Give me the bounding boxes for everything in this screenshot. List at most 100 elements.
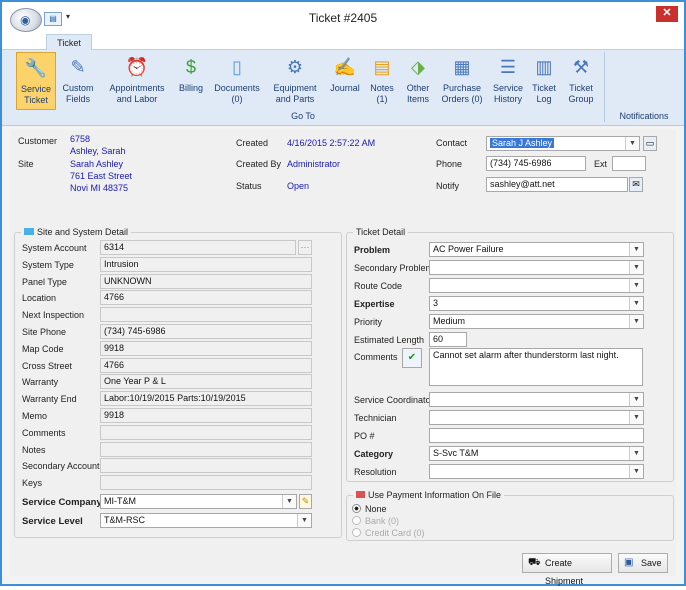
comments-label: Comments: [354, 352, 398, 362]
contact-select[interactable]: Sarah J Ashley ▼: [486, 136, 640, 151]
site-field-label: Panel Type: [22, 277, 67, 287]
chevron-down-icon[interactable]: ▼: [629, 279, 643, 292]
purchase-orders-button[interactable]: ▦ Purchase Orders (0): [438, 52, 486, 110]
route-label: Route Code: [354, 281, 403, 291]
service-history-button[interactable]: ☰ Service History: [488, 52, 528, 110]
secondary-label: Secondary Problem: [354, 263, 434, 273]
radio-bank[interactable]: [352, 516, 361, 525]
site-field-label: System Account: [22, 243, 87, 253]
contact-value: Sarah J Ashley: [490, 138, 555, 148]
expertise-value: 3: [433, 298, 439, 308]
equipment-parts-button[interactable]: ⚙ Equipment and Parts: [268, 52, 322, 110]
tech-select[interactable]: ▼: [429, 410, 644, 425]
save-button[interactable]: ▣ Save: [618, 553, 668, 573]
ribbon-button-sublabel: Log: [536, 94, 552, 104]
ribbon-button-label: Documents: [214, 83, 260, 93]
comments-textarea[interactable]: Cannot set alarm after thunderstorm last…: [429, 348, 643, 386]
chevron-down-icon[interactable]: ▼: [629, 297, 643, 310]
ribbon-tab-strip: [2, 32, 684, 50]
site-field-value: (734) 745-6986: [100, 324, 312, 339]
phone-label: Phone: [436, 159, 463, 169]
chevron-down-icon[interactable]: ▼: [629, 261, 643, 274]
save-disk-icon: ▣: [624, 557, 634, 568]
service-company-select[interactable]: MI-T&M ▼: [100, 494, 297, 509]
chevron-down-icon[interactable]: ▼: [629, 411, 643, 424]
chevron-down-icon[interactable]: ▼: [625, 137, 639, 150]
site-field-label: Comments: [22, 428, 66, 438]
create-shipment-button[interactable]: ⛟ Create Shipment: [522, 553, 612, 586]
chevron-down-icon[interactable]: ▼: [629, 315, 643, 328]
document-icon: ▯: [232, 57, 242, 77]
site-name-link[interactable]: Sarah Ashley: [70, 159, 123, 169]
notes-button[interactable]: ▤ Notes (1): [366, 52, 398, 110]
service-ticket-button[interactable]: 🔧 Service Ticket: [16, 52, 56, 110]
resolution-select[interactable]: ▼: [429, 464, 644, 479]
status-label: Status: [236, 181, 262, 191]
site-field-value: One Year P & L: [100, 374, 312, 389]
billing-button[interactable]: $ Billing: [174, 52, 208, 110]
site-field-value: 4766: [100, 290, 312, 305]
problem-select[interactable]: AC Power Failure ▼: [429, 242, 644, 257]
radio-credit-card[interactable]: [352, 528, 361, 537]
created-value: 4/16/2015 2:57:22 AM: [287, 138, 376, 148]
chevron-down-icon[interactable]: ▼: [629, 465, 643, 478]
ticket-log-button[interactable]: ▥ Ticket Log: [528, 52, 560, 110]
notifications-group-label: Notifications: [619, 111, 669, 121]
status-value: Open: [287, 181, 310, 191]
po-field[interactable]: [429, 428, 644, 443]
site-field-label: Warranty End: [22, 394, 77, 404]
expertise-select[interactable]: 3 ▼: [429, 296, 644, 311]
other-items-button[interactable]: ⬗ Other Items: [400, 52, 436, 110]
ticket-group-button[interactable]: ⚒ Ticket Group: [562, 52, 600, 110]
chevron-down-icon[interactable]: ▼: [629, 243, 643, 256]
close-button[interactable]: ✕: [656, 6, 678, 22]
email-icon[interactable]: ✉: [629, 177, 643, 192]
chevron-down-icon[interactable]: ▼: [629, 447, 643, 460]
site-field-label: Next Inspection: [22, 310, 85, 320]
documents-button[interactable]: ▯ Documents (0): [212, 52, 262, 110]
comment-check-icon[interactable]: ✔: [402, 348, 422, 368]
ticket-content: Customer 6758 Ashley, Sarah Site Sarah A…: [10, 130, 676, 586]
ribbon-button-sublabel: (1): [376, 94, 388, 104]
custom-fields-button[interactable]: ✎ Custom Fields: [58, 52, 98, 110]
payment-icon: [356, 491, 365, 498]
service-level-select[interactable]: T&M-RSC ▼: [100, 513, 312, 528]
chevron-down-icon[interactable]: ▼: [629, 393, 643, 406]
customer-name-link[interactable]: Ashley, Sarah: [70, 146, 125, 156]
tab-ticket[interactable]: Ticket: [46, 34, 92, 51]
route-select[interactable]: ▼: [429, 278, 644, 293]
contact-card-icon[interactable]: ▭: [643, 136, 657, 151]
journal-button[interactable]: ✍ Journal: [326, 52, 364, 110]
ribbon-button-label: Equipment: [273, 83, 317, 93]
ribbon-button-sublabel: (0): [231, 94, 243, 104]
edit-pencil-icon[interactable]: ✎: [299, 494, 312, 509]
ribbon-button-label: Service: [492, 83, 523, 93]
radio-none[interactable]: [352, 504, 361, 513]
group-icon: ⚒: [572, 57, 590, 77]
site-field-value: 9918: [100, 408, 312, 423]
site-system-detail-title: Site and System Detail: [21, 227, 132, 237]
appointments-labor-button[interactable]: ⏰ Appointments and Labor: [106, 52, 168, 110]
ribbon-button-label: Custom: [62, 83, 94, 93]
created-by-value: Administrator: [287, 159, 341, 169]
tech-label: Technician: [354, 413, 397, 423]
estlen-field[interactable]: 60: [429, 332, 467, 347]
category-select[interactable]: S-Svc T&M ▼: [429, 446, 644, 461]
account-lookup-icon[interactable]: ⋯: [298, 240, 312, 255]
priority-select[interactable]: Medium ▼: [429, 314, 644, 329]
phone-field[interactable]: (734) 745-6986: [486, 156, 586, 171]
ribbon-button-sublabel: History: [493, 94, 522, 104]
chevron-down-icon[interactable]: ▼: [282, 495, 296, 508]
dollar-icon: $: [185, 57, 196, 77]
notify-field[interactable]: sashley@att.net: [486, 177, 628, 192]
site-field-label: System Type: [22, 260, 74, 270]
ext-field[interactable]: [612, 156, 646, 171]
coord-select[interactable]: ▼: [429, 392, 644, 407]
ribbon-button-label: Appointments: [109, 83, 165, 93]
chevron-down-icon[interactable]: ▼: [297, 514, 311, 527]
customer-number-link[interactable]: 6758: [70, 134, 90, 144]
service-company-label: Service Company: [22, 497, 102, 508]
secondary-select[interactable]: ▼: [429, 260, 644, 275]
expertise-label: Expertise: [354, 299, 395, 309]
problem-label: Problem: [354, 245, 391, 255]
